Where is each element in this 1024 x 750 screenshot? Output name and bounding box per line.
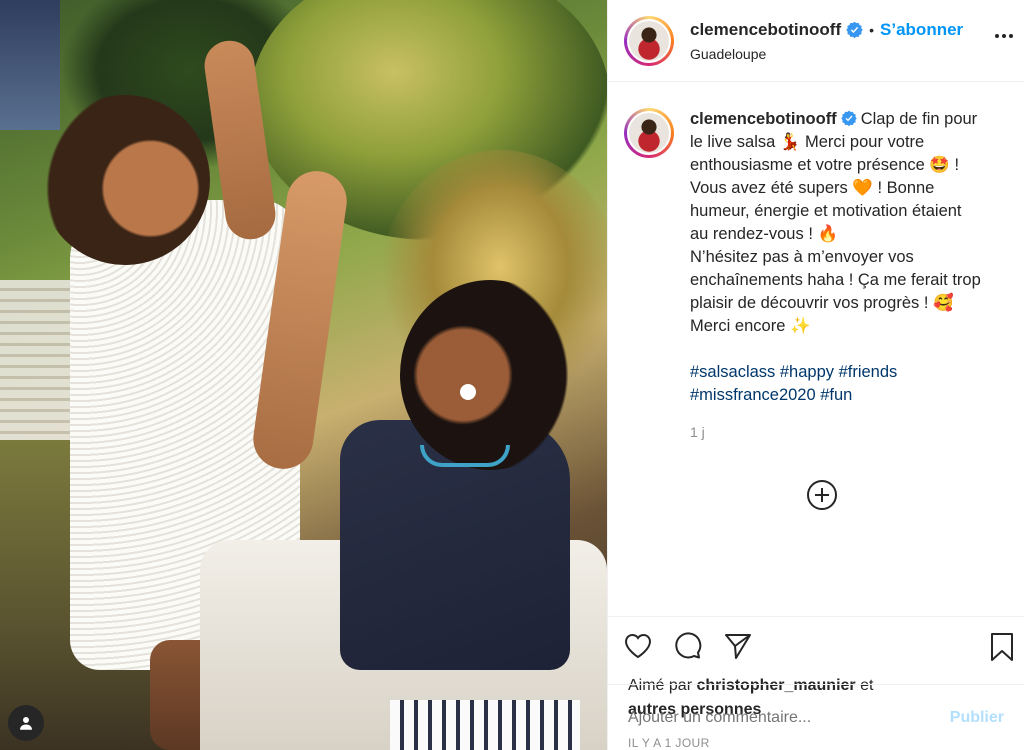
caption-line: Vous avez été supers 🧡 ! Bonne xyxy=(690,179,935,197)
skirt xyxy=(390,700,580,750)
user-tag-icon[interactable] xyxy=(8,705,44,741)
share-icon[interactable] xyxy=(722,630,754,662)
username-link[interactable]: clemencebotinooff xyxy=(690,110,837,128)
caption-line: au rendez-vous ! 🔥 xyxy=(690,225,839,243)
woman-head xyxy=(400,280,580,470)
lounge-chair xyxy=(0,280,80,460)
location-link[interactable]: Guadeloupe xyxy=(690,46,963,62)
photo-sky xyxy=(0,0,60,130)
caption-text: clemencebotinooff Clap de fin pour le li… xyxy=(690,108,1008,444)
comment-form: Publier xyxy=(608,684,1024,750)
bookmark-icon[interactable] xyxy=(988,631,1016,663)
verified-badge-icon xyxy=(840,110,857,126)
verified-badge-icon xyxy=(846,21,863,38)
hashtags: #salsaclass #happy #friends #missfrance2… xyxy=(690,361,1008,407)
necklace xyxy=(420,445,510,467)
woman-head xyxy=(40,95,210,265)
caption-line: enthousiasme et votre présence 🤩 ! xyxy=(690,156,960,174)
follow-button[interactable]: S’abonner xyxy=(880,20,963,40)
caption-line: Clap de fin pour xyxy=(860,110,978,128)
hashtag-line[interactable]: #missfrance2020 #fun xyxy=(690,384,1008,407)
comment-icon[interactable] xyxy=(672,630,704,662)
post-side-panel: clemencebotinooff • S’abonner Guadeloupe… xyxy=(607,0,1024,750)
earring xyxy=(460,384,476,400)
caption: clemencebotinooff Clap de fin pour le li… xyxy=(624,108,1008,444)
separator-dot: • xyxy=(869,21,875,38)
caption-line: enchaînements haha ! Ça me ferait trop xyxy=(690,271,981,289)
add-circle-icon[interactable] xyxy=(806,479,838,511)
comment-input[interactable] xyxy=(628,708,950,727)
post-modal: clemencebotinooff • S’abonner Guadeloupe… xyxy=(0,0,1024,750)
caption-line: le live salsa 💃 Merci pour votre xyxy=(690,133,925,151)
caption-time[interactable]: 1 j xyxy=(690,421,1008,444)
caption-line: humeur, énergie et motivation étaient xyxy=(690,202,962,220)
comments-section: clemencebotinooff Clap de fin pour le li… xyxy=(608,82,1024,616)
post-header: clemencebotinooff • S’abonner Guadeloupe xyxy=(608,0,1024,82)
heart-icon[interactable] xyxy=(622,630,654,662)
publish-button[interactable]: Publier xyxy=(950,709,1004,727)
caption-line: N’hésitez pas à m’envoyer vos xyxy=(690,248,914,266)
caption-line: plaisir de découvrir vos progrès ! 🥰 xyxy=(690,294,954,312)
avatar[interactable] xyxy=(624,15,674,66)
caption-line: Merci encore ✨ xyxy=(690,317,811,335)
hashtag-line[interactable]: #salsaclass #happy #friends xyxy=(690,361,1008,384)
avatar[interactable] xyxy=(624,108,674,158)
post-photo[interactable] xyxy=(0,0,607,750)
action-bar xyxy=(608,616,1024,674)
more-options-icon[interactable] xyxy=(992,24,1016,48)
username-link[interactable]: clemencebotinooff xyxy=(690,20,841,40)
